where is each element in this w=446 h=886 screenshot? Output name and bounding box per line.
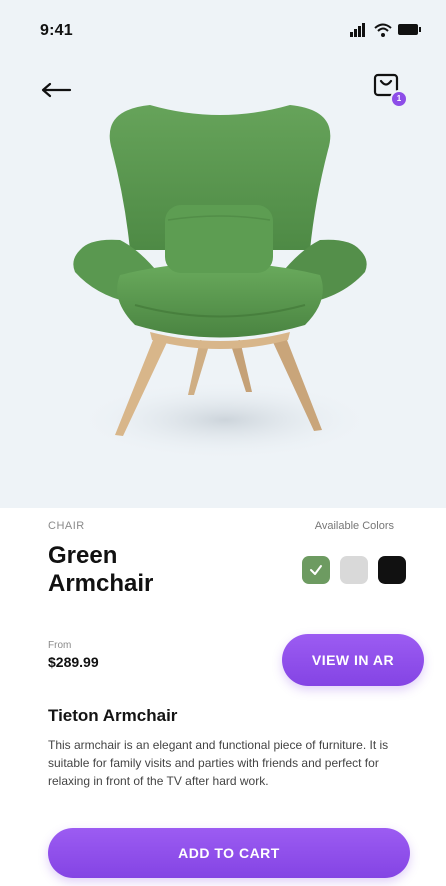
product-title: Green Armchair xyxy=(48,542,248,598)
check-icon xyxy=(310,565,322,575)
arrow-left-icon xyxy=(41,82,72,98)
signal-icon xyxy=(350,23,365,37)
product-title-line2: Armchair xyxy=(48,570,154,597)
status-time: 9:41 xyxy=(40,22,73,39)
status-icons xyxy=(350,23,421,37)
product-hero: 9:41 1 xyxy=(0,0,446,508)
add-to-cart-button[interactable]: ADD TO CART xyxy=(48,828,410,878)
available-colors-label: Available Colors xyxy=(314,520,394,532)
battery-icon xyxy=(398,24,421,35)
swatch-light-gray[interactable] xyxy=(340,556,368,584)
product-detail-screen: 9:41 1 CHAIR Available Colors Green Armc… xyxy=(0,0,446,886)
product-details: CHAIR Available Colors Green Armchair Fr… xyxy=(0,508,446,886)
status-bar: 9:41 xyxy=(0,0,446,64)
green-armchair-image xyxy=(73,105,375,460)
product-price: $289.99 xyxy=(48,654,99,670)
price-from-label: From xyxy=(48,640,72,651)
wifi-icon xyxy=(374,23,392,37)
swatch-green[interactable] xyxy=(302,556,330,584)
cart-badge: 1 xyxy=(390,90,408,108)
product-title-line1: Green xyxy=(48,542,118,569)
view-in-ar-button[interactable]: VIEW IN AR xyxy=(282,634,424,686)
back-button[interactable] xyxy=(40,78,80,102)
description-title: Tieton Armchair xyxy=(48,706,178,725)
product-category: CHAIR xyxy=(48,520,85,532)
color-swatches xyxy=(302,556,406,584)
swatch-black[interactable] xyxy=(378,556,406,584)
description-text: This armchair is an elegant and function… xyxy=(48,738,389,788)
